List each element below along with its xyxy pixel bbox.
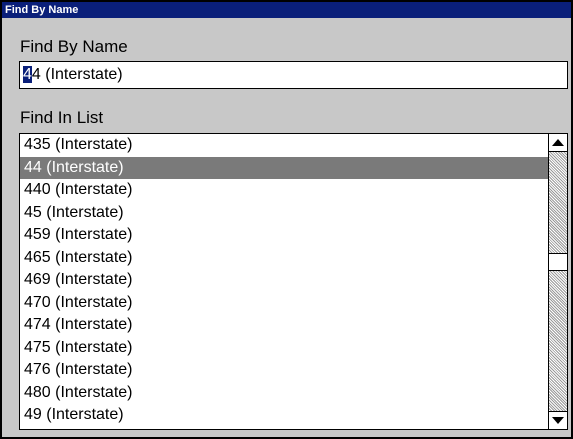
list-item[interactable]: 469 (Interstate) <box>20 269 548 292</box>
find-by-name-dialog: Find By Name Find By Name 44 (Interstate… <box>0 0 573 439</box>
scroll-up-button[interactable] <box>549 134 567 152</box>
list-item[interactable]: 45 (Interstate) <box>20 202 548 225</box>
list-item[interactable]: 440 (Interstate) <box>20 179 548 202</box>
find-by-name-input[interactable]: 44 (Interstate) <box>19 61 568 89</box>
list-items: 435 (Interstate) 44 (Interstate) 440 (Inte… <box>20 134 548 429</box>
window-title: Find By Name <box>2 2 571 18</box>
find-in-list-label: Find In List <box>20 108 104 127</box>
list-item[interactable]: 470 (Interstate) <box>20 292 548 315</box>
name-input-text: 4 (Interstate) <box>31 66 123 83</box>
list-item[interactable]: 44 (Interstate) <box>20 156 548 179</box>
list-item[interactable]: 435 (Interstate) <box>20 134 548 157</box>
list-item[interactable]: 480 (Interstate) <box>20 382 548 405</box>
list-item[interactable]: 476 (Interstate) <box>20 359 548 382</box>
list-scrollbar[interactable] <box>548 134 567 429</box>
list-item[interactable]: 474 (Interstate) <box>20 314 548 337</box>
arrow-down-icon <box>552 417 564 424</box>
scroll-down-button[interactable] <box>549 411 567 429</box>
arrow-up-icon <box>552 139 564 146</box>
text-cursor: 4 <box>23 66 32 83</box>
find-in-list[interactable]: 435 (Interstate) 44 (Interstate) 440 (Inte… <box>19 133 568 430</box>
find-by-name-label: Find By Name <box>20 37 128 56</box>
list-item[interactable]: 465 (Interstate) <box>20 247 548 270</box>
list-item[interactable]: 459 (Interstate) <box>20 224 548 247</box>
scroll-thumb[interactable] <box>549 253 567 272</box>
list-item[interactable]: 49 (Interstate) <box>20 404 548 427</box>
list-item[interactable]: 475 (Interstate) <box>20 337 548 360</box>
